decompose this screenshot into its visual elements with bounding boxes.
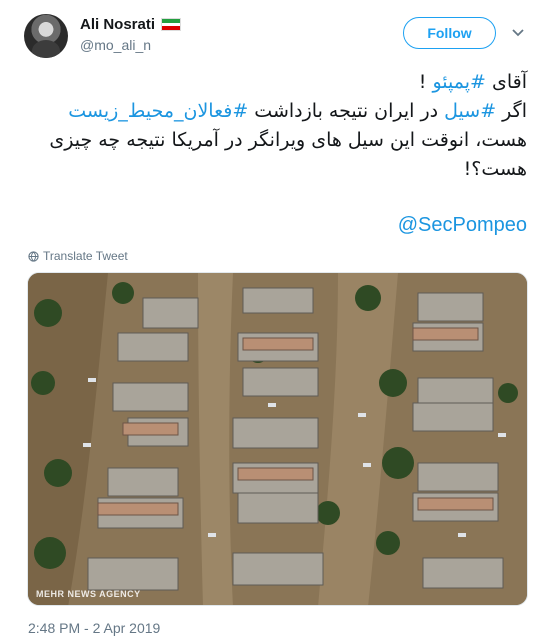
user-handle[interactable]: @mo_ali_n: [80, 37, 151, 53]
tweet-text: آقای #پمپئو ! اگر #سیل در ایران نتیجه با…: [30, 68, 527, 184]
iran-flag-icon: [161, 18, 182, 31]
tweet-line-3: هست، انوقت این سیل های ویرانگر در آمریکا…: [49, 129, 527, 180]
flood-photo[interactable]: MEHR NEWS AGENCY: [27, 272, 528, 606]
mention-line: @SecPompeo: [30, 214, 527, 237]
tweet-line-1: آقای #پمپئو !: [30, 68, 527, 97]
follow-button[interactable]: Follow: [403, 17, 496, 49]
media-watermark: MEHR NEWS AGENCY: [36, 589, 141, 599]
globe-icon: [28, 250, 39, 262]
text-fragment: !: [418, 71, 433, 93]
text-fragment: آقای: [485, 71, 527, 93]
avatar[interactable]: [24, 14, 68, 58]
mention-link[interactable]: @SecPompeo: [398, 214, 527, 236]
translate-label: Translate Tweet: [43, 249, 128, 263]
translate-tweet[interactable]: Translate Tweet: [28, 249, 128, 263]
display-name[interactable]: Ali Nosrati: [80, 16, 155, 33]
aerial-flood-image: [28, 273, 527, 605]
tweet-timestamp[interactable]: 2:48 PM - 2 Apr 2019: [28, 620, 160, 636]
text-fragment: در ایران نتیجه بازداشت: [248, 100, 445, 122]
tweet-card: Ali Nosrati @mo_ali_n Follow آقای #پمپئو…: [0, 0, 553, 644]
hashtag-link[interactable]: #سیل: [444, 100, 496, 122]
user-name-row[interactable]: Ali Nosrati: [80, 16, 182, 33]
hashtag-link[interactable]: #پمپئو: [432, 71, 485, 93]
tweet-line-2: اگر #سیل در ایران نتیجه بازداشت #فعالان_…: [30, 97, 527, 126]
hashtag-link[interactable]: #فعالان_محیط_زیست: [68, 100, 248, 122]
chevron-down-icon[interactable]: [510, 25, 526, 41]
text-fragment: اگر: [496, 100, 527, 122]
